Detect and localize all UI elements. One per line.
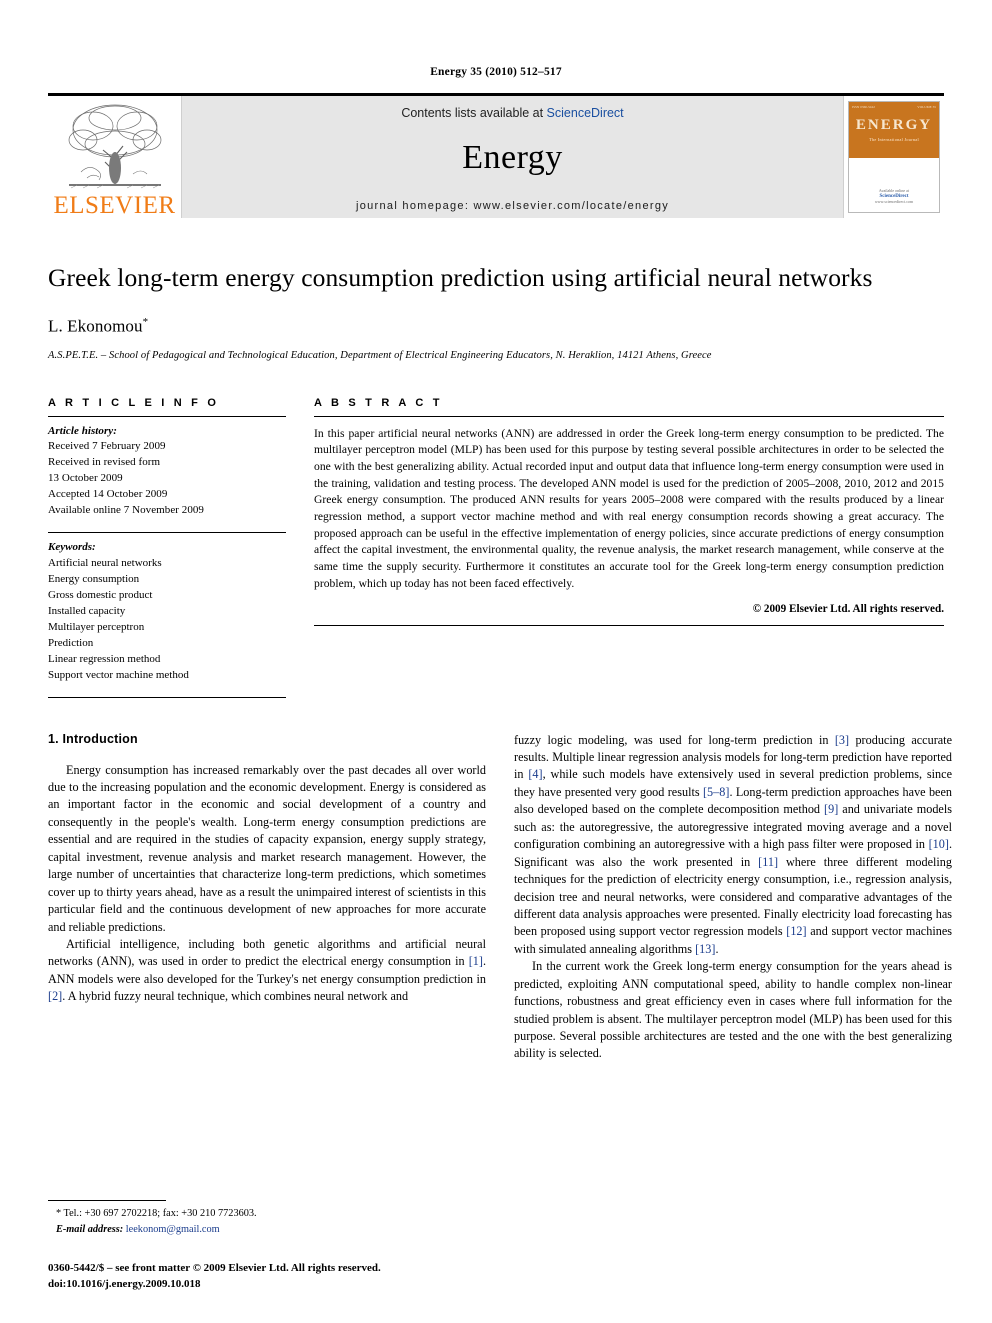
- email-link[interactable]: leekonom@gmail.com: [126, 1224, 220, 1235]
- title-block: Greek long-term energy consumption predi…: [48, 262, 944, 361]
- cover-top-band: ISSN 0360-5442 VOLUME 35 ENERGY The Inte…: [849, 102, 939, 158]
- cover-volume: VOLUME 35: [917, 105, 936, 109]
- article-info-heading: A R T I C L E I N F O: [48, 396, 220, 409]
- corresponding-author-marker: *: [142, 315, 149, 328]
- reference-citation[interactable]: [9]: [824, 802, 838, 816]
- contents-prefix: Contents lists available at: [401, 106, 547, 120]
- paragraph: Artificial intelligence, including both …: [48, 936, 486, 1004]
- masthead-center: Contents lists available at ScienceDirec…: [181, 96, 844, 218]
- history-item: Received 7 February 2009: [48, 440, 166, 453]
- journal-homepage-line[interactable]: journal homepage: www.elsevier.com/locat…: [356, 200, 669, 212]
- abstract-heading: A B S T R A C T: [314, 396, 443, 409]
- article-info-column: A R T I C L E I N F O Article history: R…: [48, 397, 286, 698]
- keyword-item: Multilayer perceptron: [48, 620, 145, 633]
- elsevier-logo: ELSEVIER: [48, 96, 181, 218]
- keywords-group: Keywords: Artificial neural networks Ene…: [48, 533, 286, 683]
- history-item: 13 October 2009: [48, 472, 123, 485]
- cover-title: ENERGY: [855, 117, 933, 133]
- author-list: L. Ekonomou*: [48, 316, 944, 337]
- reference-citation[interactable]: [12]: [786, 924, 806, 938]
- abstract-column: A B S T R A C T In this paper artificial…: [314, 397, 944, 698]
- divider: [314, 625, 944, 627]
- cover-tiny-row: ISSN 0360-5442 VOLUME 35: [852, 105, 936, 109]
- keyword-item: Installed capacity: [48, 604, 126, 617]
- history-item: Received in revised form: [48, 456, 161, 469]
- abstract-copyright: © 2009 Elsevier Ltd. All rights reserved…: [752, 603, 944, 616]
- imprint-line-1: 0360-5442/$ – see front matter © 2009 El…: [48, 1262, 381, 1275]
- body-column-left: 1. Introduction Energy consumption has i…: [48, 732, 486, 1162]
- keyword-item: Energy consumption: [48, 573, 140, 586]
- paper-page: Energy 35 (2010) 512–517 ELSEVIER Conten…: [0, 0, 992, 1323]
- reference-citation[interactable]: [11]: [758, 855, 778, 869]
- imprint-block: 0360-5442/$ – see front matter © 2009 El…: [48, 1261, 486, 1293]
- body-columns: 1. Introduction Energy consumption has i…: [48, 732, 952, 1162]
- keyword-item: Linear regression method: [48, 652, 161, 665]
- footnote-area: * Tel.: +30 697 2702218; fax: +30 210 77…: [48, 1200, 486, 1293]
- elsevier-tree-icon: [68, 104, 161, 189]
- reference-citation[interactable]: [1]: [469, 954, 483, 968]
- reference-citation[interactable]: [4]: [528, 767, 542, 781]
- running-head: Energy 35 (2010) 512–517: [430, 66, 562, 78]
- cover-box: ISSN 0360-5442 VOLUME 35 ENERGY The Inte…: [848, 101, 940, 213]
- cover-subtitle: The International Journal: [869, 137, 919, 142]
- section-title-introduction: 1. Introduction: [48, 731, 138, 746]
- page-title: Greek long-term energy consumption predi…: [48, 263, 873, 292]
- journal-masthead: ELSEVIER Contents lists available at Sci…: [48, 93, 944, 218]
- keyword-item: Prediction: [48, 636, 94, 649]
- footnote-rule: [48, 1200, 166, 1202]
- reference-citation[interactable]: [3]: [835, 733, 849, 747]
- history-item: Accepted 14 October 2009: [48, 488, 168, 501]
- affiliation: A.S.PE.T.E. – School of Pedagogical and …: [48, 349, 712, 361]
- paragraph: In the current work the Greek long-term …: [514, 959, 952, 1061]
- email-label: E-mail address:: [56, 1223, 124, 1235]
- reference-citation[interactable]: [5–8]: [703, 785, 729, 799]
- divider: [48, 696, 286, 698]
- article-history-label: Article history:: [48, 424, 117, 437]
- abstract-text: In this paper artificial neural networks…: [314, 426, 944, 590]
- keyword-item: Gross domestic product: [48, 588, 153, 601]
- paragraph: Energy consumption has increased remarka…: [48, 762, 486, 934]
- journal-title: Energy: [462, 139, 563, 176]
- sciencedirect-link[interactable]: ScienceDirect: [547, 106, 624, 120]
- cover-bottom-area: Available online at ScienceDirect www.sc…: [849, 158, 939, 212]
- keyword-item: Artificial neural networks: [48, 557, 162, 570]
- author-name: L. Ekonomou: [48, 316, 143, 336]
- body-column-right: fuzzy logic modeling, was used for long-…: [514, 732, 952, 1162]
- contents-available-line: Contents lists available at ScienceDirec…: [401, 106, 623, 120]
- reference-citation[interactable]: [13]: [695, 942, 715, 956]
- elsevier-wordmark: ELSEVIER: [53, 192, 176, 219]
- keyword-item: Support vector machine method: [48, 668, 189, 681]
- reference-citation[interactable]: [10]: [929, 837, 949, 851]
- history-item: Available online 7 November 2009: [48, 504, 204, 517]
- reference-citation[interactable]: [2]: [48, 989, 62, 1003]
- keywords-label: Keywords:: [48, 541, 96, 554]
- cover-issn: ISSN 0360-5442: [852, 105, 875, 109]
- corresponding-author-note: * Tel.: +30 697 2702218; fax: +30 210 77…: [56, 1208, 257, 1220]
- journal-cover-thumbnail: ISSN 0360-5442 VOLUME 35 ENERGY The Inte…: [844, 96, 944, 218]
- email-note: E-mail address: leekonom@gmail.com: [56, 1222, 486, 1237]
- paragraph: fuzzy logic modeling, was used for long-…: [514, 732, 953, 956]
- article-history-group: Article history: Received 7 February 200…: [48, 417, 286, 520]
- imprint-line-2: doi:10.1016/j.energy.2009.10.018: [48, 1278, 201, 1291]
- info-abstract-row: A R T I C L E I N F O Article history: R…: [48, 397, 944, 698]
- cover-footer-line3: www.sciencedirect.com: [874, 199, 914, 204]
